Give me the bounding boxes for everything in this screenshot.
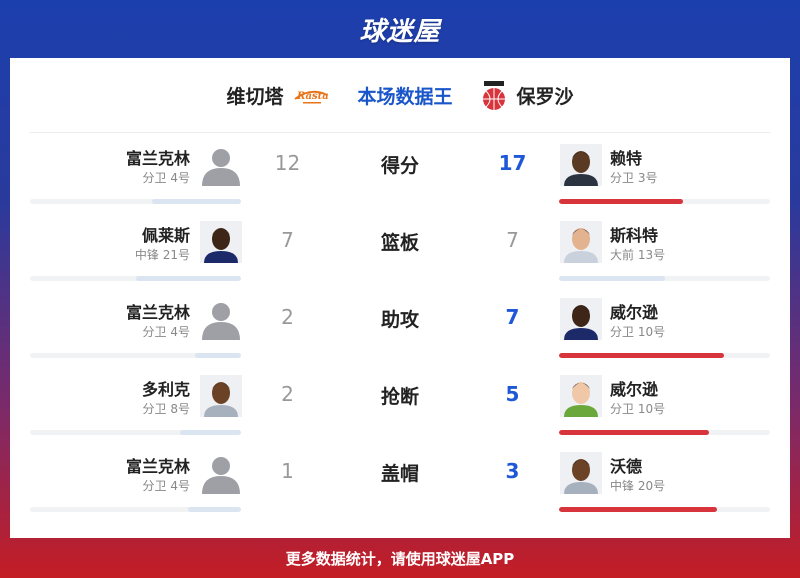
stat-category: 助攻 <box>380 309 419 331</box>
right-stat-bar <box>559 507 770 512</box>
right-player-name[interactable]: 威尔逊 <box>610 299 658 323</box>
right-stat-bar-fill <box>559 353 724 358</box>
match-header: 维切塔 Rasta 本场数据王 保罗沙 <box>10 58 790 133</box>
right-stat-bar <box>559 353 770 358</box>
right-stat-bar <box>559 199 770 204</box>
left-stat-value: 12 <box>274 151 301 175</box>
left-player-position: 分卫 4号 <box>142 325 190 339</box>
stat-category: 盖帽 <box>380 463 419 485</box>
left-player-name[interactable]: 富兰克林 <box>126 453 190 477</box>
right-player-avatar[interactable] <box>560 144 602 186</box>
right-player-name[interactable]: 威尔逊 <box>610 376 658 400</box>
stat-category: 抢断 <box>380 386 419 408</box>
left-stat-value: 2 <box>281 305 294 329</box>
right-stat-bar <box>559 276 770 281</box>
stat-category: 篮板 <box>380 232 419 254</box>
svg-text:Rasta: Rasta <box>296 91 329 102</box>
right-stat-value: 7 <box>505 305 520 329</box>
right-player-avatar[interactable] <box>560 221 602 263</box>
left-stat-bar <box>30 276 241 281</box>
left-stat-value: 7 <box>281 228 294 252</box>
page-title: 本场数据王 <box>357 86 453 108</box>
right-player-position: 分卫 3号 <box>610 171 658 185</box>
left-stat-bar-fill <box>179 430 241 435</box>
left-player-avatar[interactable] <box>200 298 242 340</box>
right-stat-bar-fill <box>559 507 718 512</box>
left-stat-bar <box>30 353 241 358</box>
right-player-avatar[interactable] <box>560 298 602 340</box>
stat-row: 多利克分卫 8号 2 抢断 5 威尔逊分卫 10号 <box>10 364 790 441</box>
left-player-name[interactable]: 富兰克林 <box>126 145 190 169</box>
away-team-name: 保罗沙 <box>516 86 574 108</box>
footer-banner[interactable]: 更多数据统计，请使用球迷屋APP <box>0 538 800 578</box>
stat-row: 富兰克林分卫 4号 1 盖帽 3 沃德中锋 20号 <box>10 441 790 518</box>
left-stat-value: 2 <box>281 382 294 406</box>
right-stat-value: 5 <box>505 382 520 406</box>
right-stat-value: 17 <box>498 151 527 175</box>
left-player-name[interactable]: 多利克 <box>142 376 190 400</box>
right-player-name[interactable]: 沃德 <box>610 453 642 477</box>
stat-leaders-card: 维切塔 Rasta 本场数据王 保罗沙 富兰克林 分卫 4号 12 得分 17 赖特 分卫 … <box>10 58 790 538</box>
left-player-avatar[interactable] <box>200 452 242 494</box>
stat-row: 富兰克林分卫 4号 2 助攻 7 威尔逊分卫 10号 <box>10 287 790 364</box>
left-player-name[interactable]: 佩莱斯 <box>142 222 190 246</box>
right-stat-value: 7 <box>506 228 519 252</box>
left-player-position: 分卫 4号 <box>142 479 190 493</box>
left-stat-bar-fill <box>194 353 241 358</box>
left-player-position: 分卫 8号 <box>142 402 190 416</box>
right-stat-bar-fill <box>559 276 665 281</box>
right-player-position: 分卫 10号 <box>610 325 666 339</box>
left-player-name[interactable]: 富兰克林 <box>126 299 190 323</box>
stat-row: 富兰克林分卫 4号 12 得分 17 赖特分卫 3号 <box>10 133 790 210</box>
left-stat-bar-fill <box>188 507 241 512</box>
right-player-name[interactable]: 斯科特 <box>610 222 658 246</box>
left-player-avatar[interactable] <box>200 221 242 263</box>
stat-row: 佩莱斯中锋 21号 7 篮板 7 斯科特大前 13号 <box>10 210 790 287</box>
left-stat-bar <box>30 430 241 435</box>
right-player-position: 大前 13号 <box>610 248 666 262</box>
left-stat-bar <box>30 507 241 512</box>
left-player-position: 分卫 4号 <box>142 171 190 185</box>
right-stat-bar <box>559 430 770 435</box>
home-team-name: 维切塔 <box>226 86 284 108</box>
stat-category: 得分 <box>380 155 419 177</box>
left-player-avatar[interactable] <box>200 144 242 186</box>
left-stat-bar-fill <box>135 276 241 281</box>
app-logo: 球迷屋 <box>359 16 441 47</box>
left-player-avatar[interactable] <box>200 375 242 417</box>
away-team-logo <box>481 80 507 111</box>
left-stat-value: 1 <box>281 459 294 483</box>
right-player-avatar[interactable] <box>560 452 602 494</box>
right-stat-bar-fill <box>559 430 709 435</box>
right-player-position: 中锋 20号 <box>610 479 666 493</box>
home-team-logo: Rasta <box>293 85 329 107</box>
right-stat-bar-fill <box>559 199 684 204</box>
right-player-name[interactable]: 赖特 <box>610 145 642 169</box>
right-stat-value: 3 <box>505 459 520 483</box>
right-player-position: 分卫 10号 <box>610 402 666 416</box>
left-stat-bar <box>30 199 241 204</box>
left-stat-bar-fill <box>152 199 241 204</box>
right-player-avatar[interactable] <box>560 375 602 417</box>
left-player-position: 中锋 21号 <box>134 248 190 262</box>
